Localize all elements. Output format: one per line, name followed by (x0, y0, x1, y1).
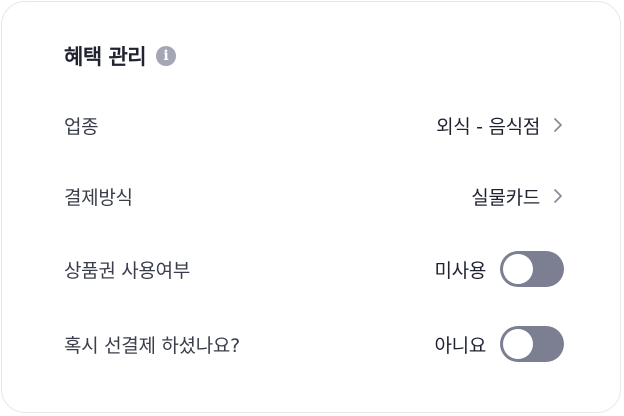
chevron-right-icon (552, 186, 564, 206)
gift-certificate-control: 미사용 (434, 251, 564, 287)
business-type-label: 업종 (64, 115, 99, 138)
chevron-right-icon (552, 115, 564, 135)
row-payment-method[interactable]: 결제방식 실물카드 (64, 176, 564, 216)
prepayment-value: 아니요 (434, 334, 486, 357)
gift-certificate-value: 미사용 (434, 259, 486, 282)
benefit-management-card: 혜택 관리 i 업종 외식 - 음식점 결제방식 실물카드 상품권 사용여부 미… (1, 1, 621, 413)
row-prepayment: 혹시 선결제 하셨나요? 아니요 (64, 324, 564, 364)
business-type-value: 외식 - 음식점 (436, 115, 540, 138)
prepayment-toggle[interactable] (500, 326, 564, 362)
business-type-selector[interactable]: 외식 - 음식점 (436, 112, 564, 139)
toggle-knob (503, 254, 533, 284)
toggle-knob (503, 329, 533, 359)
prepayment-control: 아니요 (434, 326, 564, 362)
card-header: 혜택 관리 i (64, 38, 177, 74)
row-gift-certificate: 상품권 사용여부 미사용 (64, 249, 564, 289)
row-business-type[interactable]: 업종 외식 - 음식점 (64, 105, 564, 145)
prepayment-label: 혹시 선결제 하셨나요? (64, 334, 240, 357)
card-title: 혜택 관리 (64, 45, 147, 69)
gift-certificate-toggle[interactable] (500, 251, 564, 287)
payment-method-label: 결제방식 (64, 186, 133, 209)
payment-method-selector[interactable]: 실물카드 (471, 183, 564, 210)
gift-certificate-label: 상품권 사용여부 (64, 259, 191, 282)
payment-method-value: 실물카드 (471, 186, 540, 209)
info-icon[interactable]: i (156, 46, 177, 66)
